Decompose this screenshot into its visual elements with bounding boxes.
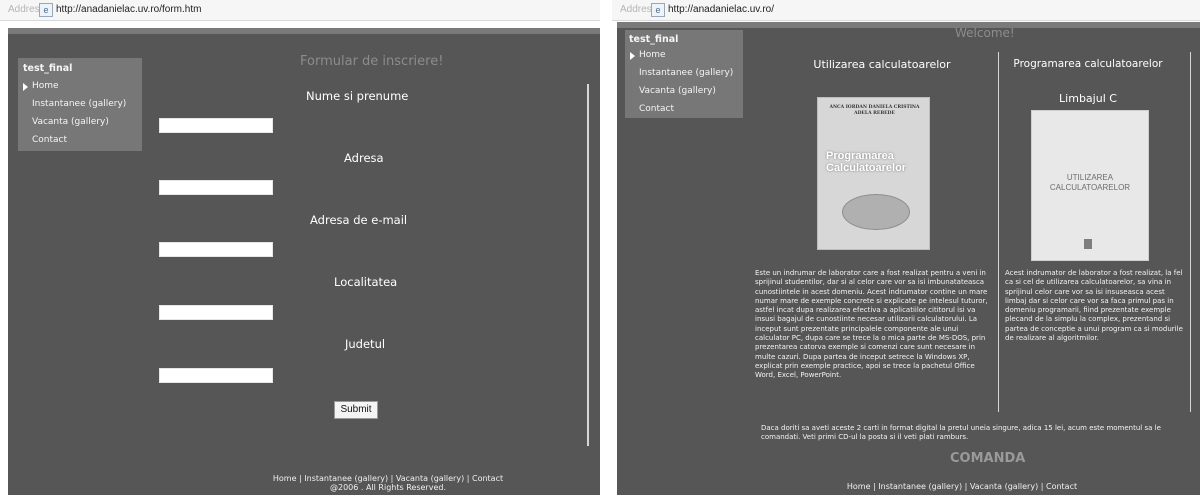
menu-item-label: Home <box>32 81 59 91</box>
menu-item-label: Contact <box>639 104 675 114</box>
menu-item-label: Home <box>639 50 666 60</box>
site-title: test_final <box>629 34 679 45</box>
arrow-right-icon <box>23 83 28 91</box>
address-bar: Address e http://anadanielac.uv.ro/ <box>612 0 1200 21</box>
right-edge-divider <box>1190 52 1191 412</box>
site-title: test_final <box>23 63 73 74</box>
menu-item-instantanee[interactable]: Instantanee (gallery) <box>18 99 142 112</box>
menu-item-label: Vacanta (gallery) <box>639 86 716 96</box>
arrow-right-icon <box>630 52 635 60</box>
column-divider <box>998 52 999 412</box>
name-input[interactable] <box>159 118 273 133</box>
book-logo <box>1084 239 1092 249</box>
field-label-email: Adresa de e-mail <box>310 213 408 227</box>
book-authors: ANCA IORDAN DANIELA CRISTINA ADELA REBED… <box>829 105 920 116</box>
field-label-name: Nume si prenume <box>306 89 409 103</box>
city-input[interactable] <box>159 305 273 320</box>
book-cover-utilizarea: UTILIZAREA CALCULATOARELOR <box>1031 110 1149 261</box>
menu-item-home[interactable]: Home <box>18 81 142 94</box>
site-body: test_final Home Instantanee (gallery) Va… <box>8 28 600 495</box>
address-input[interactable] <box>159 180 273 195</box>
book-title: Programarea Calculatoarelor <box>826 150 907 174</box>
county-input[interactable] <box>159 368 273 383</box>
menu-item-label: Contact <box>32 135 68 145</box>
menu-item-label: Instantanee (gallery) <box>639 68 734 78</box>
menu-item-contact[interactable]: Contact <box>625 104 743 117</box>
footer-links[interactable]: Home | Instantanee (gallery) | Vacanta (… <box>837 482 1087 491</box>
menu-item-vacanta[interactable]: Vacanta (gallery) <box>18 117 142 130</box>
footer: Home | Instantanee (gallery) | Vacanta (… <box>238 474 538 492</box>
col2-description: Acest indrumator de laborator a fost rea… <box>1005 269 1183 343</box>
col1-title: Utilizarea calculatoarelor <box>813 58 951 71</box>
menu-item-contact[interactable]: Contact <box>18 135 142 148</box>
welcome-title: Welcome! <box>955 26 1015 40</box>
book-title: UTILIZAREA CALCULATOARELOR <box>1049 173 1131 192</box>
field-label-county: Judetul <box>345 337 386 351</box>
form-page-screenshot: Address e http://anadanielac.uv.ro/form.… <box>0 0 600 495</box>
url-field[interactable]: http://anadanielac.uv.ro/form.htm <box>56 4 201 15</box>
footer-links[interactable]: Home | Instantanee (gallery) | Vacanta (… <box>238 474 538 483</box>
side-menu: test_final Home Instantanee (gallery) Va… <box>18 58 142 151</box>
mouse-illustration <box>842 194 910 230</box>
address-bar: Address e http://anadanielac.uv.ro/form.… <box>0 0 600 21</box>
side-menu: test_final Home Instantanee (gallery) Va… <box>625 30 743 118</box>
menu-item-home[interactable]: Home <box>625 50 743 63</box>
page-icon: e <box>39 3 53 17</box>
site-body: test_final Home Instantanee (gallery) Va… <box>617 22 1200 495</box>
url-field[interactable]: http://anadanielac.uv.ro/ <box>668 4 774 15</box>
field-label-address: Adresa <box>344 151 384 165</box>
home-page-screenshot: Address e http://anadanielac.uv.ro/ test… <box>612 0 1200 495</box>
content-divider <box>587 84 589 446</box>
page-icon: e <box>651 3 665 17</box>
footer-copyright: @2006 . All Rights Reserved. <box>329 483 446 492</box>
menu-item-label: Vacanta (gallery) <box>32 117 109 127</box>
order-info: Daca doriti sa aveti aceste 2 carti in f… <box>761 424 1161 441</box>
book-cover-programarea: ANCA IORDAN DANIELA CRISTINA ADELA REBED… <box>817 97 930 250</box>
email-input[interactable] <box>159 242 273 257</box>
menu-item-vacanta[interactable]: Vacanta (gallery) <box>625 86 743 99</box>
menu-item-label: Instantanee (gallery) <box>32 99 127 109</box>
field-label-city: Localitatea <box>334 275 398 289</box>
form-title: Formular de inscriere! <box>300 54 444 69</box>
col2-subtitle: Limbajul C <box>1059 92 1117 105</box>
col1-description: Este un indrumar de laborator care a fos… <box>755 269 988 380</box>
order-button[interactable]: COMANDA <box>950 451 1025 466</box>
submit-button[interactable]: Submit <box>334 401 378 419</box>
col2-title: Programarea calculatoarelor <box>1013 58 1163 70</box>
menu-item-instantanee[interactable]: Instantanee (gallery) <box>625 68 743 81</box>
